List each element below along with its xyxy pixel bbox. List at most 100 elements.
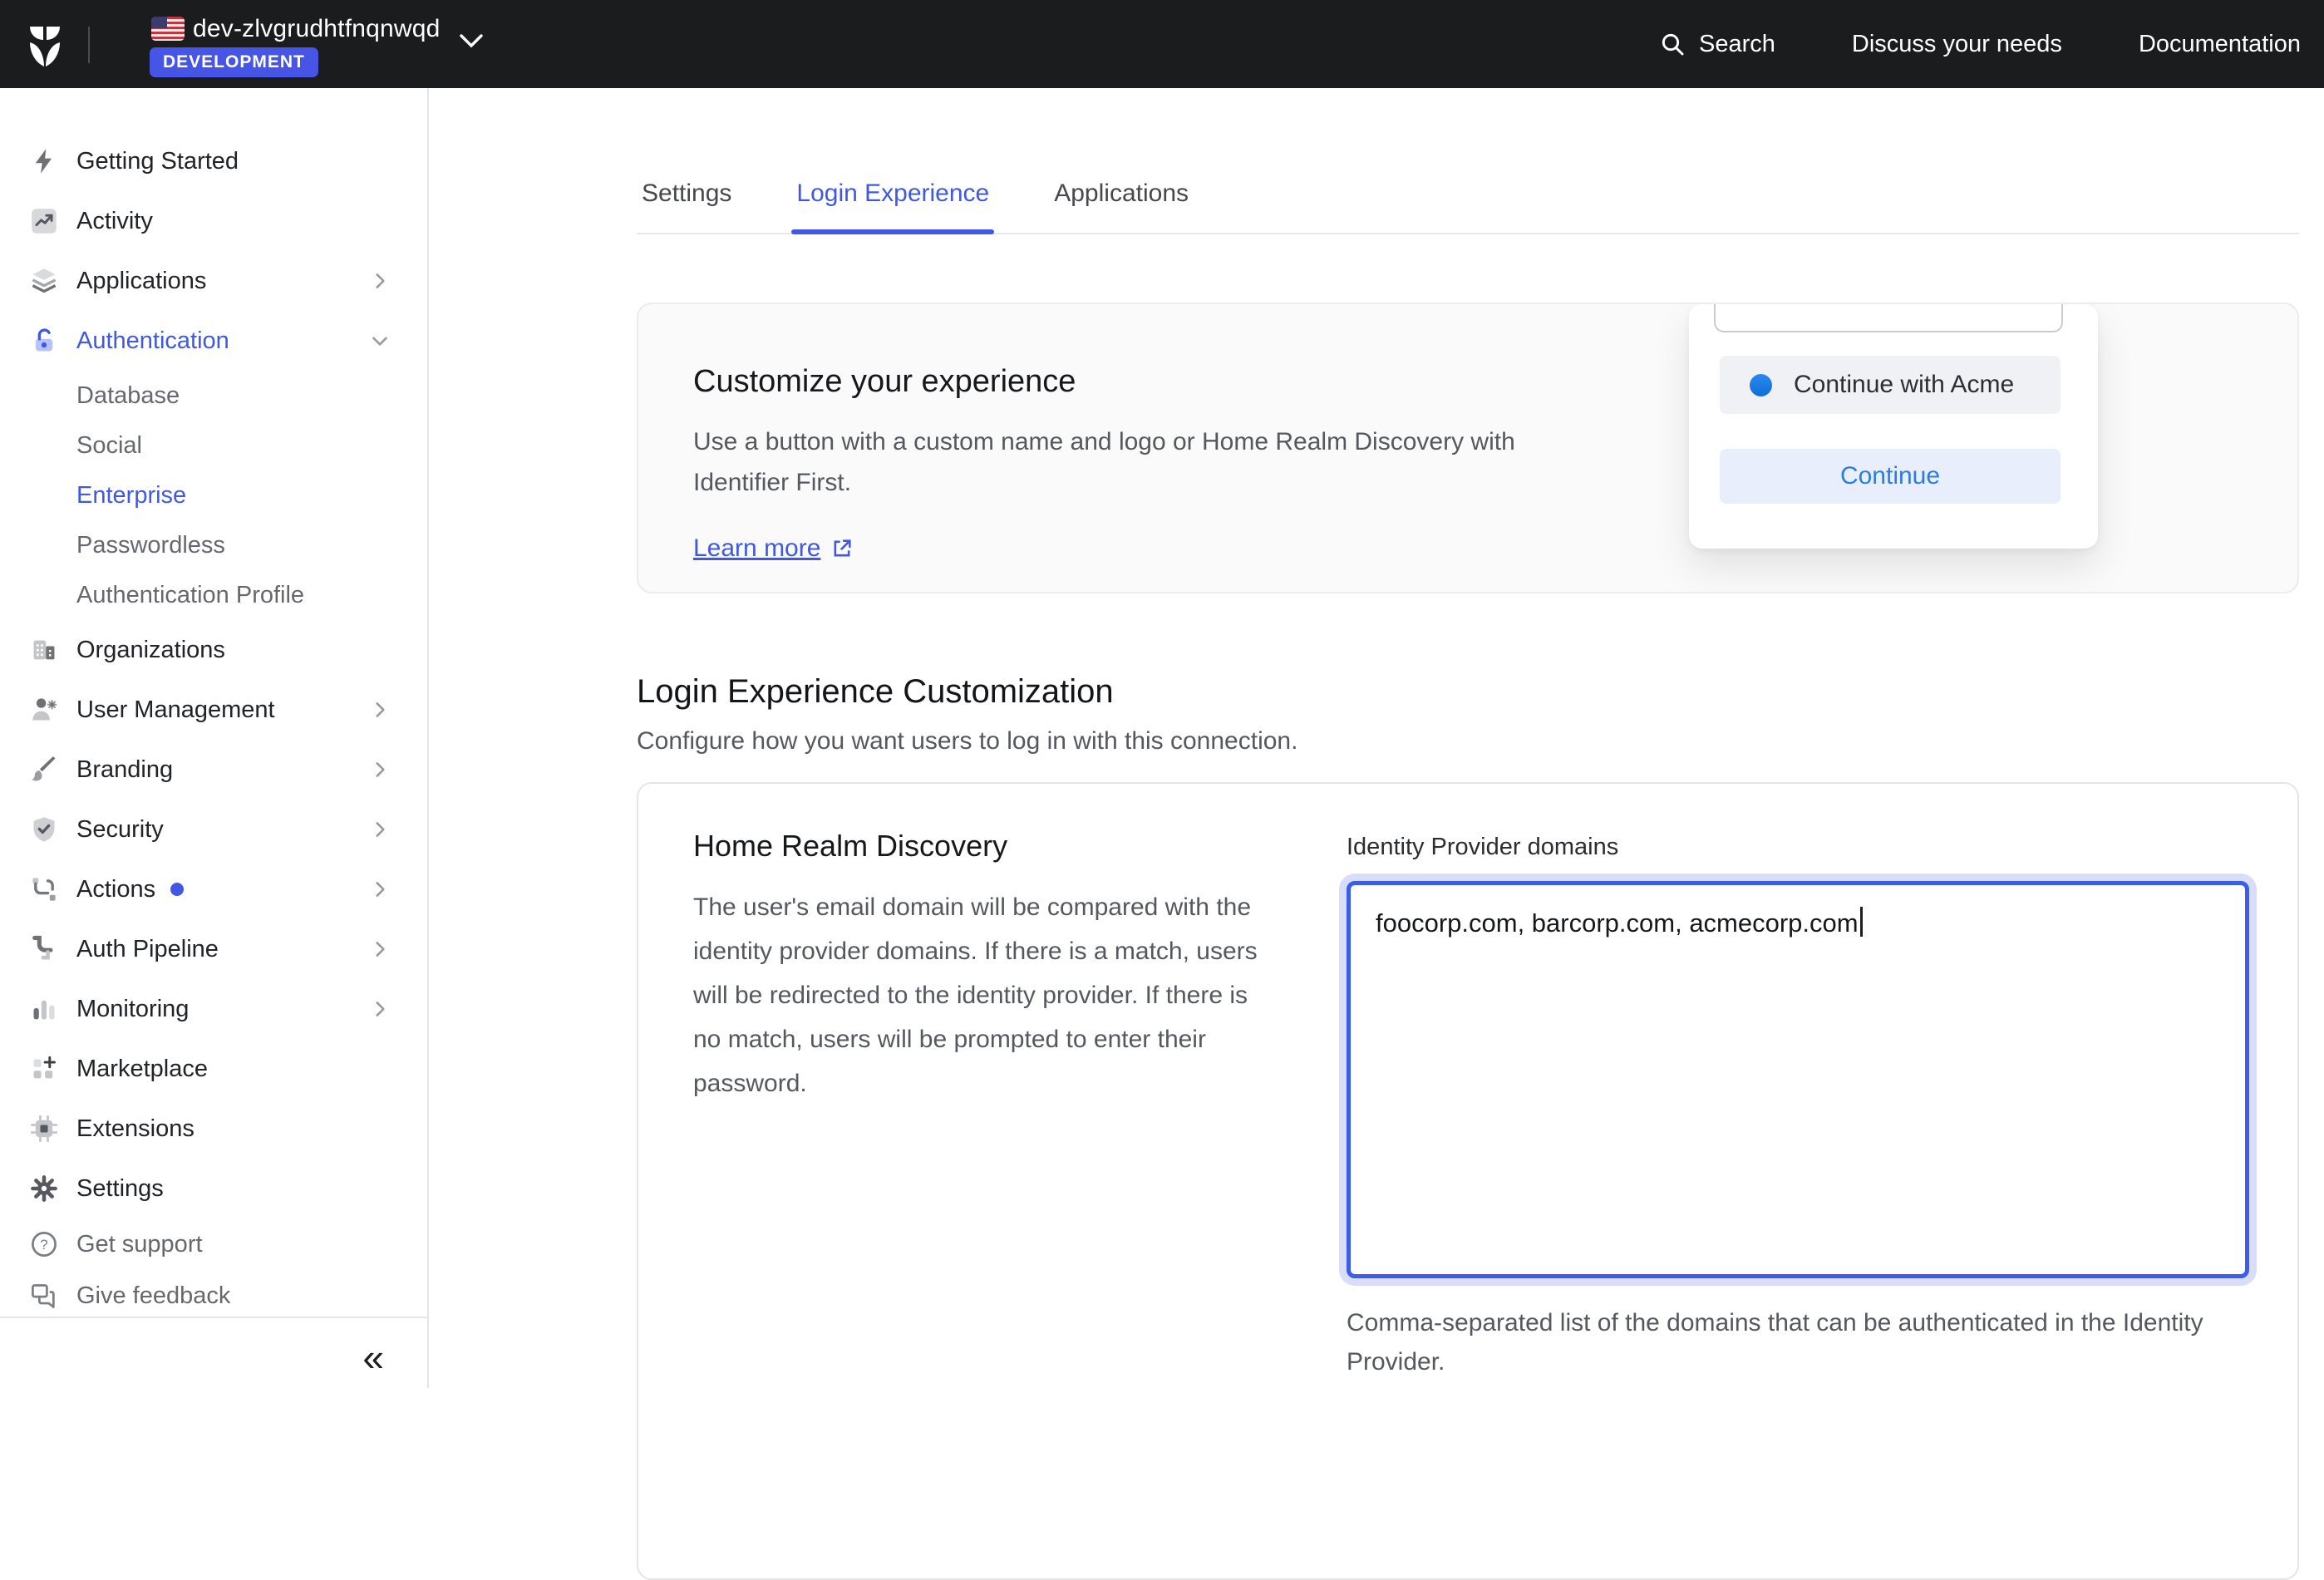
sidebar-item-applications[interactable]: Applications: [0, 251, 427, 311]
customize-text-block: Customize your experience Use a button w…: [693, 364, 1624, 563]
sidebar-item-label: Settings: [76, 1175, 164, 1203]
branding-icon: [28, 754, 60, 785]
sidebar-item-label: Monitoring: [76, 996, 189, 1023]
chevron-right-icon: [369, 819, 391, 840]
sidebar-item-label: Get support: [76, 1231, 203, 1258]
sidebar-item-label: Marketplace: [76, 1056, 208, 1083]
topbar: dev-zlvgrudhtfnqnwqd DEVELOPMENT Search …: [0, 0, 2324, 88]
preview-idp-button[interactable]: Continue with Acme: [1720, 356, 2061, 414]
svg-text:?: ?: [40, 1237, 47, 1253]
sidebar-item-label: Authentication Profile: [76, 582, 304, 609]
sidebar-item-organizations[interactable]: Organizations: [0, 620, 427, 680]
search-label: Search: [1699, 31, 1775, 58]
identity-provider-domains-value: foocorp.com, barcorp.com, acmecorp.com: [1376, 908, 1859, 938]
hrd-description-column: Home Realm Discovery The user's email do…: [693, 829, 1275, 1533]
tab-applications[interactable]: Applications: [1049, 180, 1194, 233]
sidebar-item-security[interactable]: Security: [0, 800, 427, 859]
text-caret: [1860, 907, 1863, 937]
hrd-field-column: Identity Provider domains foocorp.com, b…: [1347, 829, 2249, 1533]
sidebar-item-label: Getting Started: [76, 148, 239, 175]
auth0-logo-icon: [23, 20, 66, 68]
sidebar-item-label: User Management: [76, 696, 275, 724]
sidebar-item-label: Organizations: [76, 637, 225, 664]
customize-card-title: Customize your experience: [693, 364, 1624, 400]
sidebar-collapse-button[interactable]: «: [362, 1338, 384, 1376]
home-realm-discovery-card: Home Realm Discovery The user's email do…: [637, 782, 2299, 1580]
documentation-link[interactable]: Documentation: [2139, 31, 2301, 58]
chevron-right-icon: [369, 879, 391, 900]
sidebar-item-database[interactable]: Database: [0, 371, 427, 421]
sidebar-item-label: Applications: [76, 268, 206, 295]
tab-bar: Settings Login Experience Applications: [637, 180, 2299, 234]
sidebar-item-monitoring[interactable]: Monitoring: [0, 979, 427, 1039]
sidebar-item-label: Give feedback: [76, 1282, 230, 1310]
sidebar-item-label: Actions: [76, 876, 155, 903]
settings-icon: [28, 1173, 60, 1204]
sidebar: Getting Started Activity Applications Authe…: [0, 88, 429, 1388]
extensions-icon: [28, 1113, 60, 1144]
sidebar-item-actions[interactable]: Actions: [0, 859, 427, 919]
customize-card-description: Use a button with a custom name and logo…: [693, 421, 1533, 503]
sidebar-item-label: Security: [76, 816, 164, 844]
tenant-chevron-down-icon[interactable]: [459, 33, 484, 50]
user-management-icon: [28, 694, 60, 726]
sidebar-item-label: Authentication: [76, 327, 229, 355]
chevron-down-icon: [369, 330, 391, 352]
hrd-title: Home Realm Discovery: [693, 829, 1275, 864]
sidebar-footer-bar: «: [0, 1317, 427, 1388]
sidebar-item-auth-pipeline[interactable]: Auth Pipeline: [0, 919, 427, 979]
chevron-right-icon: [369, 270, 391, 292]
security-icon: [28, 814, 60, 845]
help-icon: ?: [28, 1228, 60, 1260]
sidebar-item-authentication[interactable]: Authentication: [0, 311, 427, 371]
new-indicator-dot: [170, 883, 184, 896]
sidebar-item-social[interactable]: Social: [0, 421, 427, 470]
tab-login-experience[interactable]: Login Experience: [791, 180, 994, 233]
topbar-divider: [88, 27, 90, 63]
lightning-icon: [28, 145, 60, 177]
marketplace-icon: [28, 1053, 60, 1085]
identity-provider-domains-helper: Comma-separated list of the domains that…: [1347, 1303, 2249, 1381]
sidebar-item-marketplace[interactable]: Marketplace: [0, 1039, 427, 1099]
customize-experience-card: Customize your experience Use a button w…: [637, 303, 2299, 593]
sidebar-item-enterprise[interactable]: Enterprise: [0, 470, 427, 520]
chevron-right-icon: [369, 938, 391, 960]
sidebar-item-settings[interactable]: Settings: [0, 1159, 427, 1218]
tenant-name[interactable]: dev-zlvgrudhtfnqnwqd: [193, 15, 441, 43]
preview-email-input[interactable]: [1714, 303, 2063, 332]
search-button[interactable]: Search: [1659, 31, 1775, 58]
feedback-icon: [28, 1280, 60, 1312]
sidebar-item-getting-started[interactable]: Getting Started: [0, 131, 427, 191]
sidebar-item-authentication-profile[interactable]: Authentication Profile: [0, 570, 427, 620]
acme-logo-icon: [1750, 374, 1772, 396]
tab-settings[interactable]: Settings: [637, 180, 736, 233]
topbar-nav: Search Discuss your needs Documentation: [1659, 0, 2301, 88]
discuss-your-needs-link[interactable]: Discuss your needs: [1852, 31, 2062, 58]
sidebar-item-extensions[interactable]: Extensions: [0, 1099, 427, 1159]
sidebar-item-passwordless[interactable]: Passwordless: [0, 520, 427, 570]
external-link-icon: [830, 537, 854, 560]
layers-icon: [28, 265, 60, 297]
lock-icon: [28, 325, 60, 357]
learn-more-link[interactable]: Learn more: [693, 534, 820, 563]
sidebar-item-activity[interactable]: Activity: [0, 191, 427, 251]
sidebar-item-user-management[interactable]: User Management: [0, 680, 427, 740]
sidebar-item-give-feedback[interactable]: Give feedback: [0, 1270, 427, 1322]
preview-idp-button-label: Continue with Acme: [1794, 371, 2014, 399]
identity-provider-domains-textarea[interactable]: foocorp.com, barcorp.com, acmecorp.com: [1347, 881, 2249, 1278]
sidebar-item-get-support[interactable]: ? Get support: [0, 1218, 427, 1270]
sidebar-item-label: Branding: [76, 756, 173, 784]
organizations-icon: [28, 634, 60, 666]
sidebar-item-branding[interactable]: Branding: [0, 740, 427, 800]
page-title: Login Experience Customization: [637, 673, 2299, 711]
sidebar-item-label: Enterprise: [76, 482, 186, 509]
chevron-right-icon: [369, 759, 391, 780]
preview-continue-button[interactable]: Continue: [1720, 449, 2061, 504]
sidebar-item-label: Activity: [76, 208, 153, 235]
monitoring-icon: [28, 993, 60, 1025]
chevron-right-icon: [369, 998, 391, 1020]
search-icon: [1659, 31, 1686, 57]
identity-provider-domains-label: Identity Provider domains: [1347, 834, 2249, 861]
auth-pipeline-icon: [28, 933, 60, 965]
chevron-right-icon: [369, 699, 391, 721]
